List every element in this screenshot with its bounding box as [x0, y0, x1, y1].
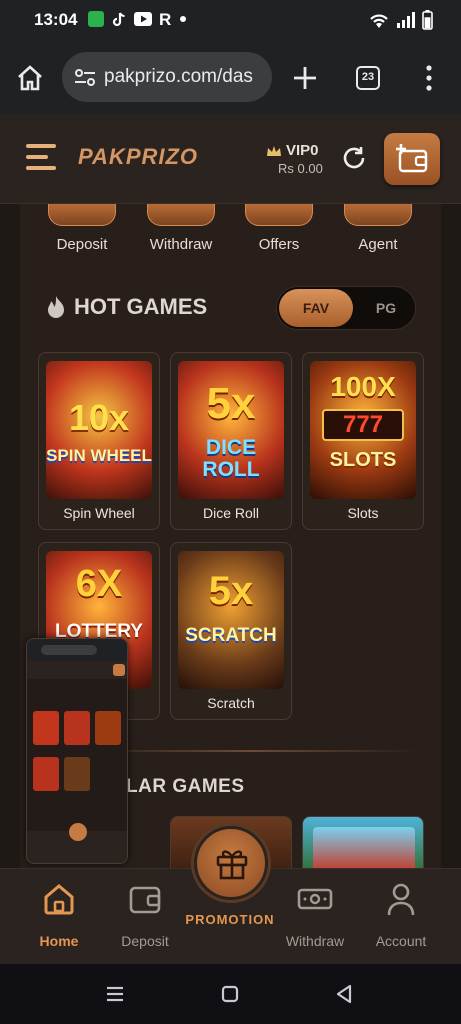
balance-text: Rs 0.00 — [278, 161, 323, 176]
youtube-icon — [134, 12, 152, 26]
art-multiplier: 6X — [75, 563, 123, 605]
back-nav-icon[interactable] — [335, 984, 353, 1004]
battery-icon — [422, 10, 433, 30]
notification-icons: R — [88, 11, 186, 27]
withdraw-icon — [147, 204, 215, 226]
game-label: Dice Roll — [202, 505, 259, 521]
art-title: DICE ROLL — [202, 436, 260, 481]
section-divider — [80, 750, 420, 752]
user-icon — [387, 883, 415, 916]
address-bar[interactable]: pakprizo.com/das — [62, 52, 272, 102]
tiktok-icon — [112, 12, 125, 27]
nav-account[interactable]: Account — [356, 879, 446, 949]
game-card-scratch[interactable]: 5x SCRATCH Scratch — [170, 542, 292, 720]
nav-label: Home — [39, 933, 79, 949]
site-settings-icon[interactable] — [74, 69, 96, 87]
app-header: PAKPRIZO VIP0 Rs 0.00 — [0, 114, 461, 204]
wallet-plus-icon — [396, 144, 428, 173]
game-card-dice-roll[interactable]: 5x DICE ROLL Dice Roll — [170, 352, 292, 530]
quick-action-offers[interactable]: Offers — [234, 204, 324, 253]
spin-wheel-art: 10x SPIN WHEEL — [46, 361, 152, 499]
vip-level: VIP0 — [286, 142, 319, 159]
refresh-icon[interactable] — [340, 144, 368, 172]
art-title: SPIN WHEEL — [46, 446, 152, 465]
gift-icon — [216, 850, 248, 880]
tab-fav[interactable]: FAV — [279, 289, 353, 327]
home-nav-icon[interactable] — [221, 985, 239, 1003]
url-text: pakprizo.com/das — [104, 66, 253, 87]
popular-games-title: LAR GAMES — [126, 776, 245, 797]
svg-text:R: R — [159, 11, 171, 27]
status-bar: 13:04 R — [0, 0, 461, 42]
game-card-spin-wheel[interactable]: 10x SPIN WHEEL Spin Wheel — [38, 352, 160, 530]
hamburger-menu-icon[interactable] — [26, 144, 56, 172]
browser-menu-icon[interactable] — [424, 64, 434, 92]
browser-toolbar: pakprizo.com/das 23 — [0, 42, 461, 114]
quick-action-label: Withdraw — [149, 236, 213, 253]
nav-home[interactable]: Home — [14, 879, 104, 949]
floating-screenshot-preview[interactable] — [26, 638, 128, 864]
cash-icon — [297, 888, 333, 910]
status-time: 13:04 — [34, 10, 78, 29]
slot-reels: 777 — [322, 409, 404, 441]
art-title: SCRATCH — [185, 625, 277, 646]
quick-action-label: Deposit — [56, 236, 108, 253]
wifi-icon — [370, 14, 388, 28]
system-navigation-bar — [0, 964, 461, 1024]
popular-game-card[interactable] — [302, 816, 424, 868]
nav-label: Deposit — [121, 933, 169, 949]
tab-switcher-button[interactable]: 23 — [356, 66, 380, 90]
brand-logo: PAKPRIZO — [78, 144, 199, 169]
hot-games-title: HOT GAMES — [74, 294, 208, 319]
game-label: Scratch — [207, 695, 255, 711]
add-wallet-button[interactable] — [384, 133, 440, 185]
promotion-label[interactable]: PROMOTION — [160, 912, 300, 927]
preview-browser-bar — [27, 639, 127, 661]
quick-action-deposit[interactable]: Deposit — [37, 204, 127, 253]
more-notifications-dot — [180, 16, 186, 22]
wallet-icon — [129, 886, 161, 914]
art-multiplier: 10x — [68, 397, 130, 438]
app-notification-icon — [88, 11, 104, 27]
quick-action-label: Agent — [358, 236, 398, 253]
slots-art: 100X 777 SLOTS — [310, 361, 416, 499]
game-label: Spin Wheel — [63, 505, 135, 521]
art-multiplier: 100X — [330, 371, 396, 402]
new-tab-icon[interactable] — [292, 65, 318, 91]
scratch-art: 5x SCRATCH — [178, 551, 284, 689]
flame-icon — [48, 296, 64, 318]
promotion-button[interactable] — [194, 826, 268, 900]
popular-game-art — [313, 827, 415, 868]
signal-icon — [397, 12, 415, 28]
dice-roll-art: 5x DICE ROLL — [178, 361, 284, 499]
game-label: Slots — [347, 505, 379, 521]
quick-action-agent[interactable]: Agent — [333, 204, 423, 253]
reddit-r-icon: R — [159, 11, 171, 27]
nav-label: Account — [375, 933, 427, 949]
home-browser-icon[interactable] — [16, 64, 44, 92]
quick-action-label: Offers — [258, 236, 300, 253]
art-title: SLOTS — [329, 449, 397, 471]
game-card-slots[interactable]: 100X 777 SLOTS Slots — [302, 352, 424, 530]
crown-icon — [267, 146, 281, 156]
home-icon — [44, 884, 74, 915]
agent-icon — [344, 204, 412, 226]
preview-header — [27, 661, 127, 679]
system-status-icons — [368, 10, 433, 30]
nav-label: Withdraw — [285, 933, 345, 949]
recent-apps-icon[interactable] — [105, 986, 125, 1002]
quick-action-withdraw[interactable]: Withdraw — [136, 204, 226, 253]
deposit-icon — [48, 204, 116, 226]
tab-pg[interactable]: PG — [359, 289, 413, 327]
hot-games-heading: HOT GAMES — [46, 294, 207, 320]
art-multiplier: 5x — [208, 569, 254, 613]
quick-actions: Deposit Withdraw Offers Agent — [0, 204, 461, 264]
art-multiplier: 5x — [206, 379, 256, 428]
offers-icon — [245, 204, 313, 226]
game-filter-toggle: FAV PG — [276, 286, 416, 330]
